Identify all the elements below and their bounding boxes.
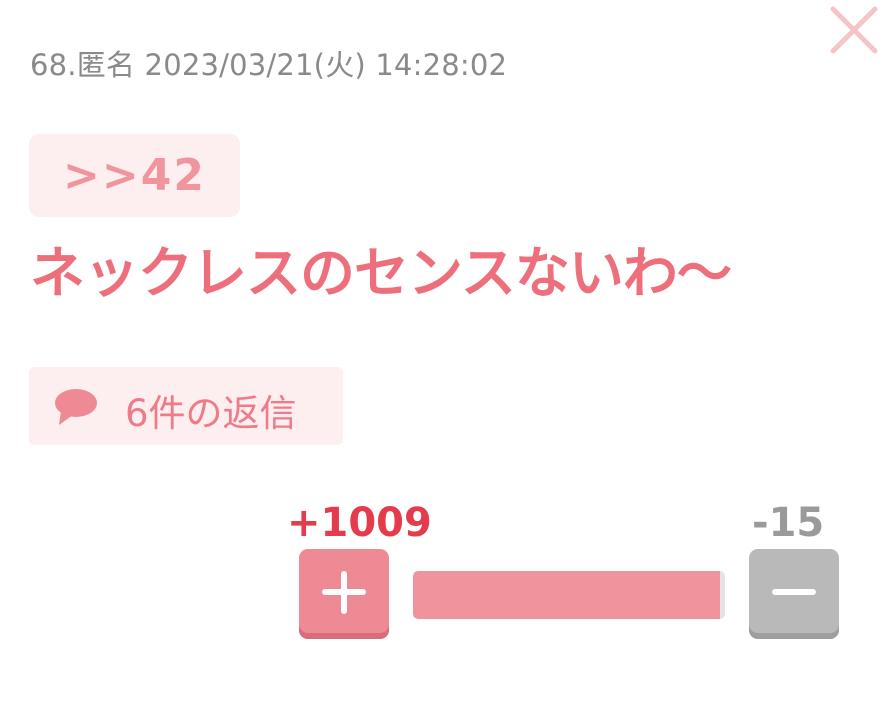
comment-body: ネックレスのセンスないわ〜 [30, 241, 732, 305]
reply-anchor-link[interactable]: >>42 [29, 134, 240, 217]
replies-label: 6件の返信 [125, 392, 297, 435]
speech-bubble-icon [55, 389, 97, 425]
reply-anchor-label: >>42 [63, 150, 206, 201]
post-header: 68.匿名 2023/03/21(火) 14:28:02 [30, 48, 508, 82]
vote-ratio-fill [413, 571, 721, 619]
replies-button[interactable]: 6件の返信 [29, 367, 343, 445]
close-button[interactable] [828, 4, 880, 56]
minus-vote-count: -15 [752, 500, 825, 546]
close-icon [830, 6, 878, 54]
vote-ratio-bar [413, 571, 725, 619]
plus-icon [322, 571, 366, 614]
plus-vote-count: +1009 [287, 500, 432, 546]
minus-vote-button[interactable] [749, 549, 839, 639]
plus-vote-button[interactable] [299, 549, 389, 639]
minus-icon [772, 589, 816, 595]
